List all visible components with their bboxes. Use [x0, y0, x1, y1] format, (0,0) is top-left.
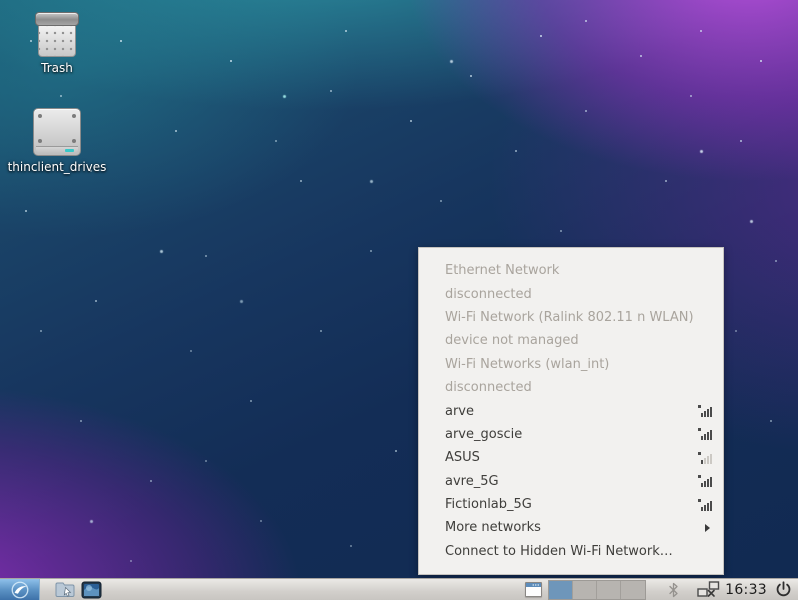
network-menu-item[interactable]: Fictionlab_5G	[419, 493, 723, 516]
bluetooth-icon	[668, 582, 679, 598]
menu-item-label: disconnected	[445, 380, 697, 395]
menu-item-label: Wi-Fi Networks (wlan_int)	[445, 357, 697, 372]
trash-icon	[35, 12, 79, 57]
workspace-4[interactable]	[621, 581, 645, 599]
menu-item-label: Ethernet Network	[445, 263, 697, 278]
browser-icon	[81, 581, 102, 599]
menu-item-label: More networks	[445, 520, 697, 535]
menu-item-icon	[697, 382, 713, 394]
menu-item-label: Connect to Hidden Wi-Fi Network…	[445, 544, 697, 559]
window-icon	[525, 582, 542, 597]
desktop-icon-trash[interactable]: Trash	[7, 12, 107, 76]
menu-item-label: Fictionlab_5G	[445, 497, 697, 512]
drive-icon	[33, 108, 81, 156]
submenu-arrow-icon	[697, 522, 713, 534]
network-menu-item[interactable]: avre_5G	[419, 470, 723, 493]
menu-item-icon	[697, 288, 713, 300]
signal-strong-icon	[697, 475, 713, 487]
signal-strong-icon	[697, 428, 713, 440]
bluetooth-tray-button[interactable]	[666, 582, 680, 598]
menu-item-icon	[697, 265, 713, 277]
desktop-screen: Trash thinclient_drives Ethernet Network…	[0, 0, 798, 600]
workspace-1[interactable]	[549, 581, 573, 599]
power-icon	[775, 581, 792, 598]
clock[interactable]: 16:33	[725, 582, 767, 598]
workspace-3[interactable]	[597, 581, 621, 599]
network-menu-item: Wi-Fi Networks (wlan_int)	[419, 353, 723, 376]
show-desktop-button[interactable]	[521, 580, 545, 600]
network-menu-item: disconnected	[419, 282, 723, 305]
network-menu-item[interactable]: arve	[419, 399, 723, 422]
network-menu-item[interactable]: arve_goscie	[419, 423, 723, 446]
network-menu-item[interactable]: Connect to Hidden Wi-Fi Network…	[419, 540, 723, 563]
workspace-pager	[548, 580, 646, 600]
signal-strong-icon	[697, 499, 713, 511]
file-manager-icon	[55, 581, 75, 598]
network-menu-item[interactable]: More networks	[419, 516, 723, 539]
network-menu-item: disconnected	[419, 376, 723, 399]
taskbar: 16:33	[0, 578, 798, 600]
network-menu-item[interactable]: ASUS	[419, 446, 723, 469]
lubuntu-logo-icon	[10, 580, 30, 600]
power-button[interactable]	[774, 581, 793, 598]
browser-launcher[interactable]	[80, 580, 102, 600]
network-menu-item: Wi-Fi Network (Ralink 802.11 n WLAN)	[419, 306, 723, 329]
menu-item-label: ASUS	[445, 450, 697, 465]
menu-item-icon	[697, 545, 713, 557]
network-menu-item: Ethernet Network	[419, 259, 723, 282]
thinclient-drives-label: thinclient_drives	[7, 160, 107, 175]
menu-item-label: arve	[445, 404, 697, 419]
workspace-2[interactable]	[573, 581, 597, 599]
menu-item-icon	[697, 358, 713, 370]
network-menu-item: device not managed	[419, 329, 723, 352]
desktop-icon-thinclient-drives[interactable]: thinclient_drives	[7, 108, 107, 175]
menu-item-label: arve_goscie	[445, 427, 697, 442]
network-tray-button[interactable]	[696, 581, 720, 598]
menu-item-icon	[697, 335, 713, 347]
menu-item-label: Wi-Fi Network (Ralink 802.11 n WLAN)	[445, 310, 697, 325]
signal-strong-icon	[697, 405, 713, 417]
trash-label: Trash	[7, 61, 107, 76]
signal-weak-icon	[697, 452, 713, 464]
starfield-big	[0, 0, 3, 3]
start-menu-button[interactable]	[0, 579, 40, 600]
network-disconnected-icon	[697, 581, 720, 598]
network-menu: Ethernet Network disconnected Wi-Fi Netw…	[418, 247, 724, 575]
menu-item-label: disconnected	[445, 287, 697, 302]
menu-item-label: device not managed	[445, 333, 697, 348]
file-manager-launcher[interactable]	[54, 580, 76, 600]
menu-item-label: avre_5G	[445, 474, 697, 489]
menu-item-icon	[697, 311, 713, 323]
